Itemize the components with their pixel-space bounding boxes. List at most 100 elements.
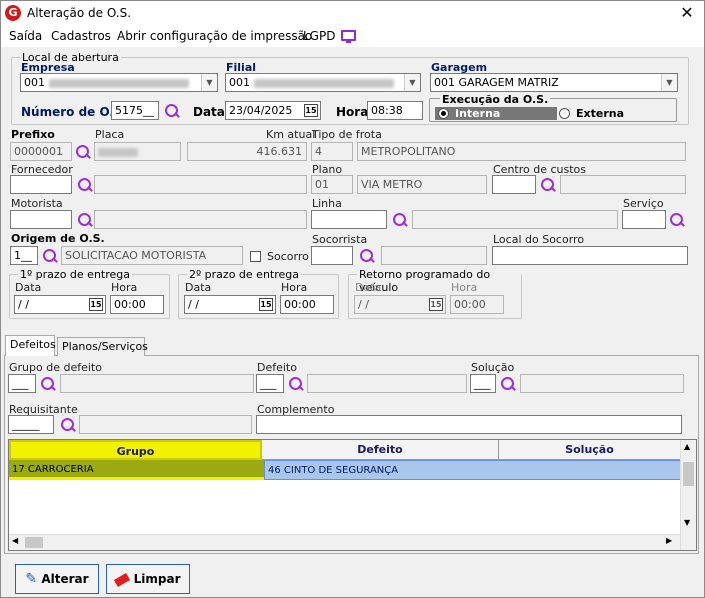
retorno-data-input: / /15 bbox=[354, 295, 446, 314]
centro-name bbox=[560, 175, 686, 194]
fornecedor-input[interactable] bbox=[10, 175, 72, 194]
origem-label: Origem de O.S. bbox=[11, 232, 105, 245]
grid-vertical-scrollbar[interactable]: ▲ ▼ bbox=[680, 440, 696, 550]
calendar-icon[interactable]: 15 bbox=[259, 298, 273, 311]
alterar-button[interactable]: ✎ Alterar bbox=[15, 564, 99, 594]
table-row-defeito[interactable]: 46 CINTO DE SEGURANÇA bbox=[264, 460, 681, 480]
menu-lgpd[interactable]: LGPD bbox=[303, 29, 335, 43]
centro-input[interactable] bbox=[492, 175, 536, 194]
calendar-icon: 15 bbox=[429, 298, 443, 311]
km-label: Km atual bbox=[266, 128, 316, 141]
menu-print-config[interactable]: Abrir configuração de impressão bbox=[117, 29, 312, 43]
prefixo-label: Prefixo bbox=[11, 128, 55, 141]
solucao-input[interactable]: ___ bbox=[470, 374, 496, 393]
km-input: 416.631 bbox=[187, 142, 307, 161]
search-icon[interactable] bbox=[392, 212, 408, 228]
calendar-icon[interactable]: 15 bbox=[304, 104, 318, 117]
defeito-label: Defeito bbox=[257, 361, 297, 374]
requisitante-input[interactable]: _____ bbox=[8, 415, 54, 434]
scroll-thumb[interactable] bbox=[25, 537, 43, 548]
chevron-right-icon[interactable]: ▶ bbox=[666, 536, 672, 545]
tab-defeitos[interactable]: Defeitos bbox=[5, 335, 56, 356]
limpar-button[interactable]: Limpar bbox=[106, 564, 190, 594]
window-title: Alteração de O.S. bbox=[27, 6, 132, 20]
socorrista-name bbox=[381, 246, 487, 265]
prazo1-hora-input[interactable]: 00:00 bbox=[110, 295, 164, 314]
tab-planos-servicos[interactable]: Planos/Serviços bbox=[57, 337, 148, 356]
data-input[interactable]: 23/04/2025 15 bbox=[225, 101, 321, 120]
numero-os-input[interactable]: 5175__ bbox=[111, 101, 159, 120]
chevron-down-icon[interactable]: ▼ bbox=[661, 74, 677, 91]
prazo2-data-label: Data bbox=[185, 281, 212, 294]
servico-input[interactable] bbox=[622, 210, 666, 229]
filial-select[interactable]: 001 ▼ bbox=[225, 73, 421, 92]
motorista-label: Motorista bbox=[11, 197, 63, 210]
grid-header-solucao[interactable]: Solução bbox=[499, 440, 681, 460]
prazo1-title: 1º prazo de entrega bbox=[18, 268, 132, 281]
search-icon[interactable] bbox=[540, 177, 556, 193]
motorista-input[interactable] bbox=[10, 210, 72, 229]
search-icon[interactable] bbox=[40, 376, 56, 392]
search-icon[interactable] bbox=[359, 248, 375, 264]
search-icon[interactable] bbox=[42, 248, 58, 264]
chevron-down-icon[interactable]: ▼ bbox=[201, 74, 217, 91]
search-icon[interactable] bbox=[77, 177, 93, 193]
chevron-up-icon[interactable]: ▲ bbox=[684, 442, 690, 451]
radio-externa[interactable] bbox=[559, 108, 570, 119]
externa-label[interactable]: Externa bbox=[576, 107, 624, 120]
close-icon[interactable]: ✕ bbox=[676, 3, 698, 23]
prazo2-hora-label: Hora bbox=[281, 281, 308, 294]
socorro-checkbox[interactable] bbox=[250, 251, 261, 262]
solucao-name bbox=[520, 374, 684, 393]
radio-interna[interactable] bbox=[438, 108, 449, 119]
tipo-frota-code: 4 bbox=[311, 142, 353, 161]
grupo-defeito-name bbox=[60, 374, 254, 393]
linha-input[interactable] bbox=[311, 210, 387, 229]
search-icon[interactable] bbox=[164, 103, 180, 119]
origem-value: SOLICITACAO MOTORISTA bbox=[61, 246, 243, 265]
defeito-input[interactable]: ___ bbox=[256, 374, 284, 393]
local-socorro-label: Local do Socorro bbox=[493, 233, 585, 246]
monitor-icon[interactable] bbox=[341, 30, 356, 43]
prazo2-hora-input[interactable]: 00:00 bbox=[280, 295, 334, 314]
local-socorro-input[interactable] bbox=[492, 246, 688, 265]
retorno-hora-input: 00:00 bbox=[450, 295, 504, 314]
menu-cadastros[interactable]: Cadastros bbox=[51, 29, 111, 43]
menu-bar: Saída Cadastros Abrir configuração de im… bbox=[1, 27, 704, 47]
empresa-select[interactable]: 001 ▼ bbox=[20, 73, 218, 92]
chevron-down-icon[interactable]: ▼ bbox=[404, 74, 420, 91]
hora-input[interactable]: 08:38 bbox=[367, 101, 423, 120]
grid-horizontal-scrollbar[interactable]: ◀ ▶ bbox=[9, 534, 680, 550]
prazo2-data-input[interactable]: / /15 bbox=[184, 295, 276, 314]
pencil-icon: ✎ bbox=[25, 571, 38, 587]
app-logo-icon: G bbox=[5, 5, 21, 21]
scroll-thumb[interactable] bbox=[683, 462, 694, 486]
interna-label[interactable]: Interna bbox=[455, 107, 500, 120]
search-icon[interactable] bbox=[77, 212, 93, 228]
defeitos-grid[interactable]: Grupo Defeito Solução 17 CARROCERIA 46 C… bbox=[8, 439, 697, 551]
menu-saida[interactable]: Saída bbox=[9, 29, 42, 43]
search-icon[interactable] bbox=[288, 376, 304, 392]
search-icon[interactable] bbox=[500, 376, 516, 392]
plano-code: 01 bbox=[311, 175, 353, 194]
search-icon[interactable] bbox=[669, 212, 685, 228]
origem-code[interactable]: 1__ bbox=[10, 246, 38, 265]
garagem-select[interactable]: 001 GARAGEM MATRIZ ▼ bbox=[430, 73, 678, 92]
chevron-left-icon[interactable]: ◀ bbox=[12, 536, 18, 545]
chevron-down-icon[interactable]: ▼ bbox=[684, 518, 690, 527]
grupo-defeito-input[interactable]: ___ bbox=[8, 374, 36, 393]
prazo1-data-input[interactable]: / /15 bbox=[14, 295, 106, 314]
grid-header-grupo[interactable]: Grupo bbox=[9, 440, 262, 460]
grid-header-defeito[interactable]: Defeito bbox=[262, 440, 499, 460]
socorro-label[interactable]: Socorro bbox=[267, 250, 309, 263]
main-window: G Alteração de O.S. ✕ Saída Cadastros Ab… bbox=[0, 0, 705, 598]
search-icon[interactable] bbox=[60, 417, 76, 433]
table-row-grupo[interactable]: 17 CARROCERIA bbox=[9, 460, 264, 480]
socorrista-input[interactable] bbox=[311, 246, 353, 265]
complemento-input[interactable] bbox=[256, 415, 682, 434]
calendar-icon[interactable]: 15 bbox=[89, 298, 103, 311]
defeito-name bbox=[307, 374, 467, 393]
search-icon[interactable] bbox=[75, 144, 91, 160]
plano-value: VIA METRO bbox=[357, 175, 487, 194]
prefixo-input[interactable]: 0000001 bbox=[10, 142, 72, 161]
